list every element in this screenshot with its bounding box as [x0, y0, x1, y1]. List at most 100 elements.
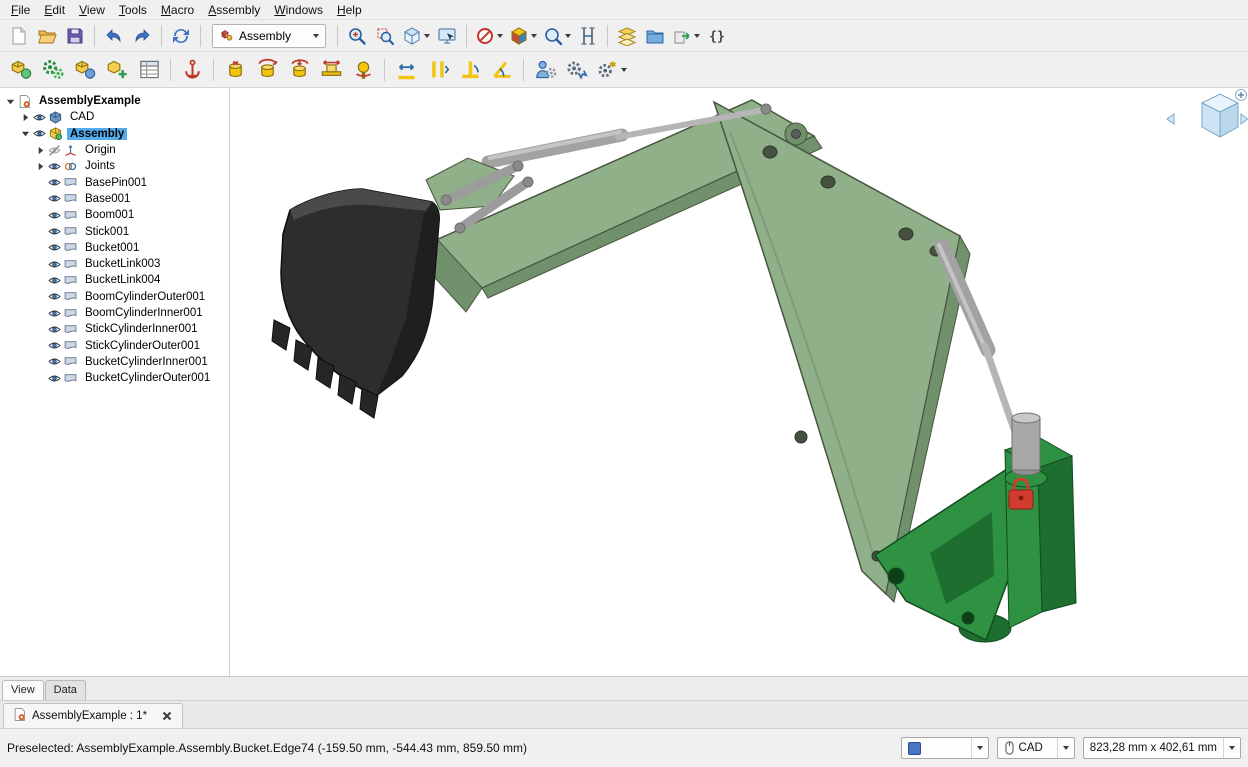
undo-button[interactable] [101, 23, 127, 49]
visibility-icon[interactable] [48, 323, 62, 336]
tree-item-bucketlink004[interactable]: BucketLink004 [0, 272, 229, 288]
visibility-icon[interactable] [48, 290, 62, 303]
tree-item-bucketlink003[interactable]: BucketLink003 [0, 256, 229, 272]
joint-cylindrical-button[interactable] [284, 55, 314, 85]
visibility-icon[interactable] [48, 176, 62, 189]
tree-item-bucket001[interactable]: Bucket001 [0, 240, 229, 256]
joint-ball-button[interactable] [348, 55, 378, 85]
export-button[interactable] [670, 23, 702, 49]
measure-button[interactable] [575, 23, 601, 49]
tree-item-label[interactable]: StickCylinderOuter001 [82, 340, 203, 352]
dimensions-combo[interactable]: 823,28 mm x 402,61 mm [1083, 737, 1241, 759]
tree-item-assemblyexample[interactable]: AssemblyExample [0, 93, 229, 109]
tree-item-label[interactable]: Boom001 [82, 209, 137, 221]
tree-item-boomcylinderouter001[interactable]: BoomCylinderOuter001 [0, 289, 229, 305]
tree-item-label[interactable]: Joints [82, 160, 118, 172]
expression-button[interactable]: {} [704, 23, 730, 49]
tree-item-base001[interactable]: Base001 [0, 191, 229, 207]
tree-item-label[interactable]: StickCylinderInner001 [82, 323, 201, 335]
visibility-icon[interactable] [33, 127, 47, 140]
visibility-icon[interactable] [48, 258, 62, 271]
tree-item-label[interactable]: Assembly [67, 128, 127, 140]
3d-scene[interactable] [230, 88, 1248, 676]
menu-macro[interactable]: Macro [154, 1, 201, 19]
tree-item-boomcylinderinner001[interactable]: BoomCylinderInner001 [0, 305, 229, 321]
tree-item-label[interactable]: Bucket001 [82, 242, 142, 254]
visibility-icon[interactable] [48, 372, 62, 385]
view-axonometric-button[interactable] [400, 23, 432, 49]
open-file-button[interactable] [34, 23, 60, 49]
expander-down-icon[interactable] [19, 129, 31, 138]
visibility-icon[interactable] [48, 160, 62, 173]
preferences-button[interactable] [594, 55, 629, 85]
visibility-icon[interactable] [48, 274, 62, 287]
tree-item-bucketcylinderouter001[interactable]: BucketCylinderOuter001 [0, 370, 229, 386]
visibility-icon[interactable] [48, 355, 62, 368]
tree-item-label[interactable]: Stick001 [82, 226, 132, 238]
view-texture-button[interactable] [507, 23, 539, 49]
expander-right-icon[interactable] [34, 146, 46, 155]
joint-revolute-button[interactable] [252, 55, 282, 85]
tree-item-label[interactable]: BucketLink004 [82, 274, 163, 286]
menu-assembly[interactable]: Assembly [201, 1, 267, 19]
simulation-button[interactable] [562, 55, 592, 85]
visibility-off-icon[interactable] [48, 144, 62, 157]
tree-item-basepin001[interactable]: BasePin001 [0, 174, 229, 190]
tree-item-assembly[interactable]: Assembly [0, 126, 229, 142]
toggle-grounded-button[interactable] [177, 55, 207, 85]
expander-down-icon[interactable] [4, 97, 16, 106]
close-tab-icon[interactable] [161, 710, 173, 722]
tab-data[interactable]: Data [45, 680, 86, 700]
new-file-button[interactable] [6, 23, 32, 49]
make-group-button[interactable] [642, 23, 668, 49]
joint-distance-button[interactable] [391, 55, 421, 85]
joint-perpendicular-button[interactable] [455, 55, 485, 85]
tree-item-origin[interactable]: Origin [0, 142, 229, 158]
create-assembly-button[interactable] [6, 55, 36, 85]
insert-link-button[interactable] [530, 55, 560, 85]
document-tab[interactable]: AssemblyExample : 1* [3, 703, 183, 728]
base-pin[interactable] [1012, 413, 1040, 475]
zoom-fit-button[interactable] [344, 23, 370, 49]
tree-item-stickcylinderinner001[interactable]: StickCylinderInner001 [0, 321, 229, 337]
visibility-icon[interactable] [33, 111, 47, 124]
joint-angle-button[interactable] [487, 55, 517, 85]
tree-item-label[interactable]: AssemblyExample [36, 95, 144, 107]
tree-item-bucketcylinderinner001[interactable]: BucketCylinderInner001 [0, 354, 229, 370]
tree-item-label[interactable]: BasePin001 [82, 177, 150, 189]
tree-item-label[interactable]: BucketCylinderOuter001 [82, 372, 213, 384]
navigation-style-combo[interactable]: CAD [997, 737, 1075, 759]
refresh-button[interactable] [168, 23, 194, 49]
joint-fixed-button[interactable] [220, 55, 250, 85]
navigation-cube[interactable] [1167, 90, 1248, 138]
style-combo[interactable] [901, 737, 989, 759]
menu-tools[interactable]: Tools [112, 1, 154, 19]
dock-view-button[interactable] [434, 23, 460, 49]
visibility-icon[interactable] [48, 339, 62, 352]
navcube-zoom-button[interactable] [1236, 90, 1247, 101]
tab-view[interactable]: View [2, 680, 44, 700]
tree-item-label[interactable]: Origin [82, 144, 119, 156]
menu-view[interactable]: View [72, 1, 112, 19]
tree-item-label[interactable]: CAD [67, 111, 97, 123]
menu-help[interactable]: Help [330, 1, 369, 19]
workbench-selector[interactable]: Assembly [212, 24, 326, 48]
expander-right-icon[interactable] [34, 162, 46, 171]
tree-item-label[interactable]: Base001 [82, 193, 133, 205]
insert-component-button[interactable] [102, 55, 132, 85]
tree-item-cad[interactable]: CAD [0, 109, 229, 125]
redo-button[interactable] [129, 23, 155, 49]
joint-parallel-button[interactable] [423, 55, 453, 85]
visibility-icon[interactable] [48, 307, 62, 320]
visibility-icon[interactable] [48, 209, 62, 222]
tree-item-boom001[interactable]: Boom001 [0, 207, 229, 223]
zoom-selection-button[interactable] [372, 23, 398, 49]
tree-item-joints[interactable]: Joints [0, 158, 229, 174]
tree-item-label[interactable]: BoomCylinderOuter001 [82, 291, 208, 303]
solve-assembly-button[interactable] [38, 55, 68, 85]
tree-item-label[interactable]: BucketLink003 [82, 258, 163, 270]
joint-slider-button[interactable] [316, 55, 346, 85]
new-part-button[interactable] [70, 55, 100, 85]
appearance-button[interactable] [614, 23, 640, 49]
menu-edit[interactable]: Edit [37, 1, 72, 19]
